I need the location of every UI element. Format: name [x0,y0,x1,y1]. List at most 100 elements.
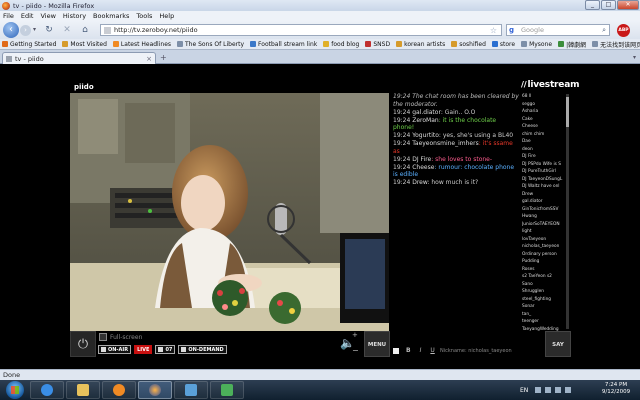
language-indicator[interactable]: EN [520,387,528,394]
user-list-item[interactable]: DJ Fire [522,153,566,161]
user-list-item[interactable]: DJ Waltz have onl [522,183,566,191]
menu-history[interactable]: History [63,12,86,20]
tray-icon-2[interactable] [545,387,552,393]
user-list-item[interactable]: nicholas_taeyeon [522,243,566,251]
taskbar-explorer[interactable] [66,381,100,399]
bookmark-item[interactable]: Getting Started [2,41,56,48]
user-list-item[interactable]: seggo [522,101,566,109]
on-demand-button[interactable]: ON-DEMAND [178,345,227,354]
fullscreen-toggle[interactable]: Full-screen [99,333,142,341]
taskbar-firefox[interactable] [138,381,172,399]
taskbar-app6[interactable] [210,381,244,399]
power-button[interactable]: ⏻ [70,331,96,357]
user-list-item[interactable]: Pudding [522,258,566,266]
clock[interactable]: 7:24 PM 9/12/2009 [596,382,636,396]
bookmark-item[interactable]: |韓劇網 [558,40,586,49]
user-list-item[interactable]: GinTonicfromSSV [522,206,566,214]
player-menu-button[interactable]: MENU [364,331,390,357]
bookmark-star-icon[interactable]: ☆ [490,26,497,35]
bookmark-item[interactable]: korean artists [396,41,445,48]
user-list-item[interactable]: lovTaeyeon [522,236,566,244]
search-icon[interactable]: ⌕ [602,26,606,35]
menu-view[interactable]: View [40,12,55,20]
start-button[interactable] [6,381,24,399]
network-icon[interactable] [555,387,562,393]
user-list-item[interactable]: Sonar [522,303,566,311]
search-bar[interactable]: g Google ⌕ [506,24,610,36]
user-list-item[interactable]: DJ TaeyeonDSungL [522,176,566,184]
search-placeholder[interactable]: Google [521,26,544,34]
user-list-item[interactable]: gal.diator [522,198,566,206]
user-list-item[interactable]: tan_ [522,311,566,319]
volume-down-icon[interactable]: − [352,346,359,355]
bookmark-item[interactable]: food blog [323,41,359,48]
chat-nick[interactable]: Drew [412,179,427,186]
bookmark-item[interactable]: soshified [451,41,486,48]
color-picker-icon[interactable] [393,347,399,354]
user-list-item[interactable]: Hwang [522,213,566,221]
menu-bookmarks[interactable]: Bookmarks [93,12,129,20]
user-list-item[interactable]: Ordinary person [522,251,566,259]
address-bar[interactable]: http://tv.zeroboy.net/piido ☆ [100,24,502,36]
menu-help[interactable]: Help [159,12,174,20]
bookmark-item[interactable]: 无法找到该网页 [592,40,640,49]
user-list-item[interactable]: DJ PSPdo Wife is S [522,161,566,169]
user-list-item[interactable]: steel_fighting [522,296,566,304]
user-list-item[interactable]: DJ PureTruthGirl [522,168,566,176]
underline-button[interactable]: U [430,347,434,354]
url-text[interactable]: http://tv.zeroboy.net/piido [114,26,198,34]
bold-button[interactable]: B [406,347,411,354]
tray-icon-1[interactable] [535,387,542,393]
maximize-button[interactable]: □ [601,0,616,10]
user-list-item[interactable]: Asharia [522,108,566,116]
menu-tools[interactable]: Tools [136,12,152,20]
bookmark-item[interactable]: Latest Headlines [112,41,171,48]
user-list-item[interactable]: Cheese [522,123,566,131]
chat-nick[interactable]: Yogurtito [412,132,439,139]
user-list-item[interactable]: s2 TaeYeon s2 [522,273,566,281]
bookmark-item[interactable]: store [491,41,515,48]
volume-up-icon[interactable]: + [352,331,358,339]
user-list-item[interactable]: Cake [522,116,566,124]
taskbar-media[interactable] [102,381,136,399]
tab-close-icon[interactable]: × [146,55,152,63]
bookmark-item[interactable]: Mysone [521,41,552,48]
chat-nick[interactable]: Cheese [412,164,434,171]
user-list-item[interactable]: teenger [522,318,566,326]
bookmark-item[interactable]: Football stream link [250,41,317,48]
bookmark-item[interactable]: Most Visited [62,41,107,48]
chat-nick[interactable]: DJ Fire [412,156,431,163]
user-list-scrollbar[interactable] [566,94,569,329]
back-button[interactable]: ‹ [3,22,19,38]
bookmark-item[interactable]: The Sons Of Liberty [177,41,244,48]
adblock-icon[interactable]: ABP [617,24,630,37]
minimize-button[interactable]: _ [585,0,600,10]
chat-nick[interactable]: Taeyeonsmine_imhers [412,140,479,147]
user-list-item[interactable]: Shrugglen [522,288,566,296]
tab-list-icon[interactable]: ▾ [633,54,636,61]
chat-nick[interactable]: ZeroMan [412,117,438,124]
home-icon[interactable]: ⌂ [80,25,90,35]
new-tab-button[interactable]: + [160,53,167,62]
user-list-item[interactable]: Sano [522,281,566,289]
user-list-item[interactable]: deon [522,146,566,154]
taskbar-app5[interactable] [174,381,208,399]
user-list-item[interactable]: JuniorSoTAEYEON [522,221,566,229]
history-dropdown-icon[interactable]: ▾ [33,26,36,33]
forward-button[interactable]: › [20,25,31,36]
say-button[interactable]: SAY [545,331,571,357]
video-player[interactable] [70,93,389,331]
user-list-item[interactable]: light [522,228,566,236]
bookmark-item[interactable]: SNSD [365,41,390,48]
tab-piido[interactable]: tv - piido × [2,52,156,64]
taskbar-ie[interactable] [30,381,64,399]
reload-icon[interactable]: ↻ [44,25,54,35]
user-list-item[interactable]: Dae [522,138,566,146]
google-icon[interactable]: g [509,26,514,34]
menu-edit[interactable]: Edit [21,12,34,20]
volume-tray-icon[interactable] [565,387,572,393]
user-list-item[interactable]: chim chim [522,131,566,139]
user-list-item[interactable]: Roses [522,266,566,274]
fullscreen-checkbox[interactable] [99,333,107,341]
chat-nick[interactable]: gal.diator [412,109,441,116]
